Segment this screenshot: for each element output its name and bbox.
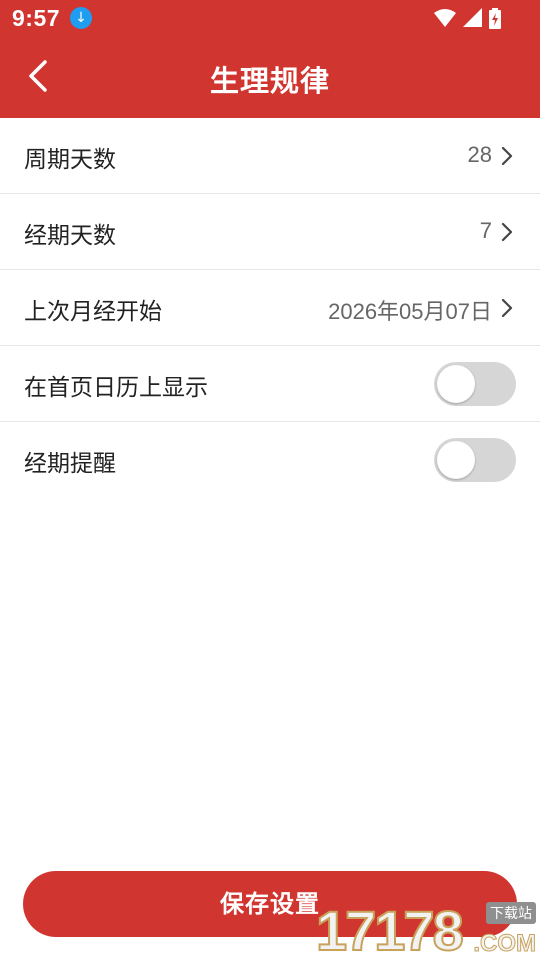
watermark-tag: 下载站	[486, 902, 536, 924]
last-period-start-label: 上次月经开始	[24, 299, 162, 325]
toggle-knob	[437, 441, 475, 479]
chevron-right-icon	[501, 146, 513, 166]
last-period-start-value: 2026年05月07日	[328, 299, 492, 324]
chevron-right-icon	[501, 222, 513, 242]
watermark-domain: .COM	[473, 930, 537, 958]
chevron-right-icon	[501, 298, 513, 318]
site-watermark: 17178 .COM 下载站	[310, 896, 540, 963]
last-period-start-row[interactable]: 上次月经开始 2026年05月07日	[0, 270, 540, 346]
cycle-days-row[interactable]: 周期天数 28	[0, 118, 540, 194]
period-reminder-toggle[interactable]	[434, 438, 516, 482]
show-on-calendar-row: 在首页日历上显示	[0, 346, 540, 422]
period-reminder-label: 经期提醒	[24, 451, 116, 477]
settings-list: 周期天数 28 经期天数 7 上次月经开始 2026年05月07日 在首页日历上…	[0, 118, 540, 497]
watermark-digits: 17178	[315, 898, 465, 963]
wifi-icon	[434, 9, 456, 27]
status-time: 9:57	[12, 5, 61, 31]
show-on-calendar-label: 在首页日历上显示	[24, 375, 208, 401]
period-days-label: 经期天数	[24, 223, 116, 249]
signal-icon	[463, 8, 482, 27]
battery-charging-icon	[489, 8, 501, 29]
page-title: 生理规律	[209, 64, 330, 98]
show-on-calendar-toggle[interactable]	[434, 362, 516, 406]
status-bar: 9:57 ↓	[0, 0, 540, 36]
period-days-row[interactable]: 经期天数 7	[0, 194, 540, 270]
download-icon: ↓	[70, 7, 92, 29]
cycle-days-label: 周期天数	[24, 147, 116, 173]
cycle-days-value: 28	[467, 142, 492, 167]
toggle-knob	[437, 365, 475, 403]
period-reminder-row: 经期提醒	[0, 422, 540, 497]
app-bar: 生理规律	[0, 36, 540, 118]
period-days-value: 7	[479, 218, 492, 243]
